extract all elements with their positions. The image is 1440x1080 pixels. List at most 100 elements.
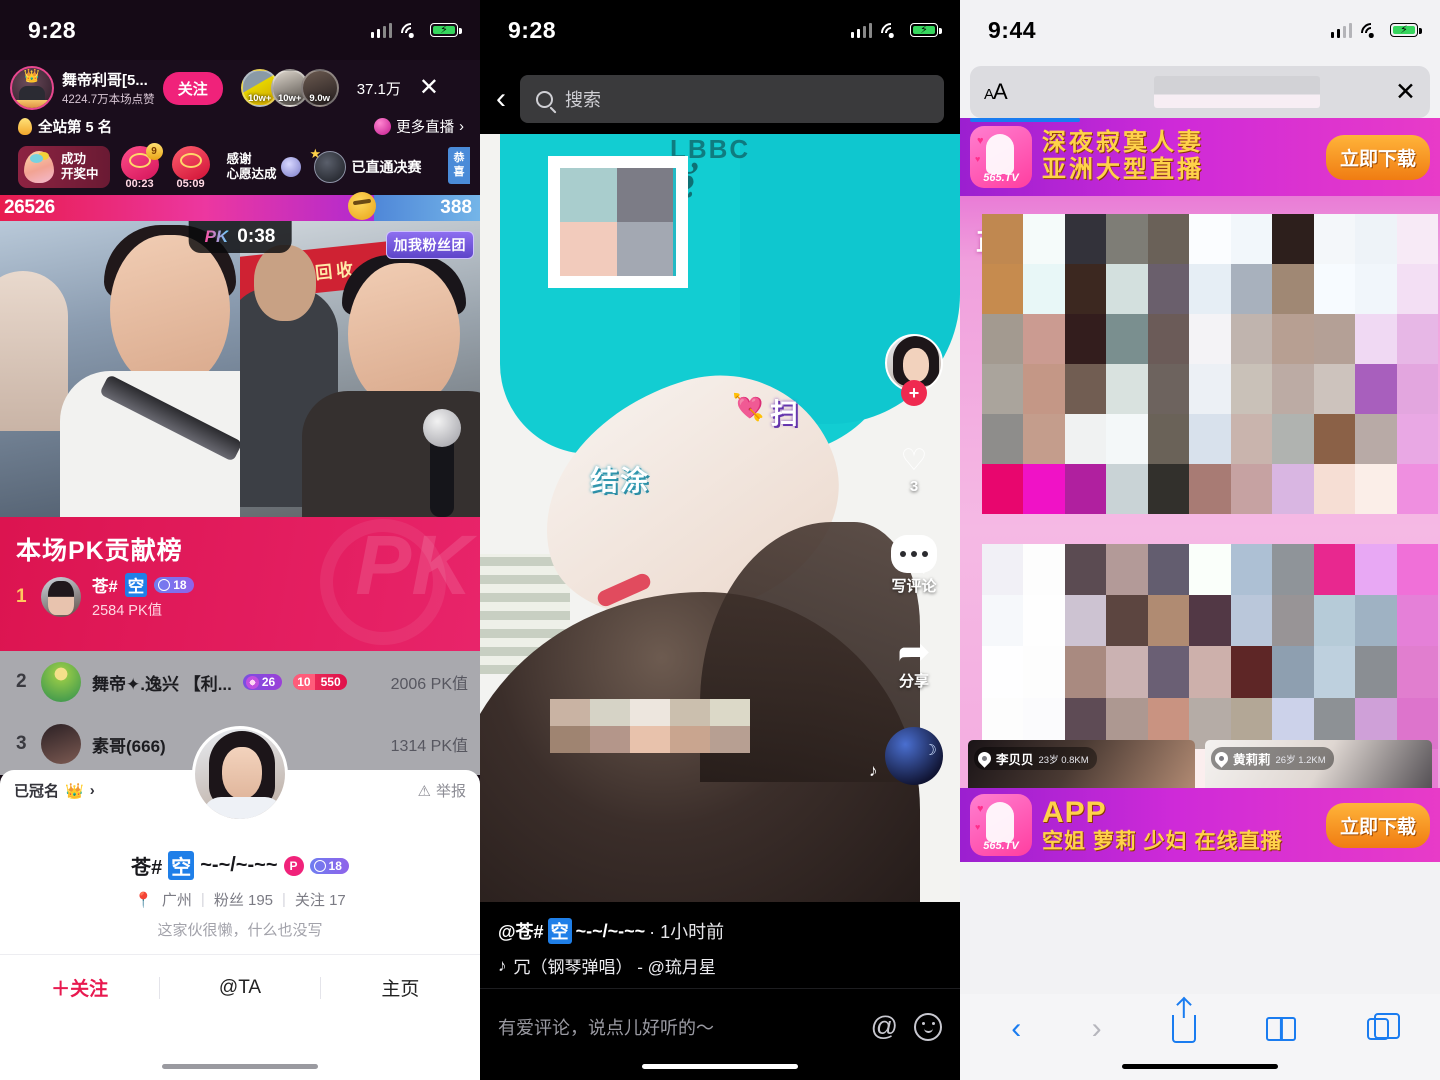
home-indicator [162,1064,318,1069]
gift-pack-2[interactable]: 05:09 [170,146,212,190]
mosaic-tile [1313,364,1356,414]
pk-stream-right[interactable]: 垃圾回收 加我粉丝团 [240,221,480,517]
mosaic-tile [1147,364,1190,414]
mosaic-tile [1023,314,1065,364]
share-arrow-icon: ➦ [897,630,931,674]
pk-board-top-avatar[interactable] [41,576,81,617]
address-bar[interactable]: AAAA ✕ [970,66,1430,122]
video-sticker-text-b: 扫 [770,398,799,429]
mosaic-tile [1147,314,1190,364]
rank-row: 全站第 5 名 更多直播 › [10,112,470,141]
gift-pack-1[interactable]: 9 00:23 [119,143,163,190]
comment-icon [891,535,937,574]
ad-logo-label: 565.TV [983,840,1019,852]
wifi-icon [876,18,906,47]
mosaic-tile [1272,364,1314,414]
video-music-row[interactable]: ♪ 冗（钢琴弹唱） - @琉月星 [498,953,942,978]
top-fans-list[interactable]: 10w+ 10w+ 9.0w [240,69,339,107]
pk-left-score: 26526 [4,197,55,218]
report-button[interactable]: ⚠ 举报 [418,780,466,801]
mosaic-tile [1355,264,1397,314]
chevron-right-icon[interactable]: › [1092,1014,1102,1044]
congrats-tab[interactable]: 恭喜 [448,147,470,184]
mosaic-tile [1147,264,1190,314]
mosaic-tile [1272,414,1314,464]
comment-button[interactable]: 写评论 [891,535,937,596]
comment-input[interactable]: 有爱评论，说点儿好听的～ [498,1014,855,1040]
row-avatar[interactable] [41,662,81,702]
join-fans-club-tag[interactable]: 加我粉丝团 [385,231,474,259]
gift-pack-1-timer: 00:23 [125,178,154,190]
pk-board-title: 本场PK贡献榜 [16,537,183,565]
profile-avatar[interactable] [192,726,288,822]
row-value: 1314 PK值 [390,738,468,755]
video-player[interactable]: ❦ LBBC 结涂 💘 扫 + ♡ 3 写评论 [480,134,960,902]
pk-video-stage[interactable]: 垃圾回收 加我粉丝团 PK 0:38 [0,221,480,517]
back-chevron-icon[interactable]: ‹ [496,84,506,114]
pk-board-top-name: 苍# [92,578,118,596]
mosaic-tile [1106,414,1148,464]
text-size-button[interactable]: AAAA [984,79,1008,105]
ad-bottom-download-button[interactable]: 立即下载 [1325,802,1430,848]
pk-board-top-row[interactable]: 1 苍# 空 18 2584 PK值 [0,573,480,620]
like-button[interactable]: ♡ 3 [901,446,928,496]
row-avatar[interactable] [41,724,81,764]
mosaic-tile [1313,314,1356,364]
search-input[interactable]: 搜索 [520,75,944,123]
music-disc-icon[interactable]: ♪ ☽ [869,727,943,785]
profile-home-button[interactable]: 主页 [321,974,480,1001]
wish-line2: 心愿达成 [226,167,277,181]
finals-badge[interactable]: ★ 已直通决赛 [310,147,422,183]
ad-banner-top[interactable]: ♥ ♥ 565.TV 深夜寂寞人妻 亚洲大型直播 立即下载 [960,118,1440,196]
anchor-avatar[interactable]: 👑 [10,66,54,110]
follow-button[interactable]: 关注 [162,71,223,105]
profile-at-button[interactable]: @TA [160,977,319,999]
lottery-badge[interactable]: 成功 开奖中 [18,146,110,188]
row-name: 素哥(666) [92,736,166,756]
mosaic-tile [1023,595,1065,647]
anchor-text[interactable]: 舞帝利哥[5... 4224.7万本场点赞 [62,69,155,107]
mosaic-tile [1396,414,1438,464]
censor-mosaic-bottom [550,699,750,753]
profile-fans[interactable]: 粉丝 195 [214,889,273,910]
follow-plus-button[interactable]: + [901,380,927,406]
mosaic-tile [1147,544,1190,596]
pk-stream-left[interactable] [0,221,240,517]
close-icon[interactable]: ✕ [419,76,439,100]
badge-strip: 成功 开奖中 9 00:23 05:09 感谢 心愿达成 ★ 已直通决赛 恭喜 [10,141,470,195]
share-button[interactable]: ➦ 分享 [897,630,931,691]
close-icon[interactable]: ✕ [1395,79,1416,105]
tabs-icon[interactable] [1366,1013,1400,1040]
cellular-signal-icon [1330,22,1352,38]
mosaic-tile [1355,414,1397,464]
battery-charging-icon: ⚡ [910,23,942,37]
chevron-left-icon[interactable]: ‹ [1011,1014,1021,1044]
site-rank[interactable]: 全站第 5 名 [18,116,112,137]
top-fan-3[interactable]: 9.0w [300,69,339,107]
video-author-row[interactable]: @苍# 空 ~-~/~-~~ · 1小时前 [498,918,942,944]
mosaic-tile [1106,364,1148,414]
wish-badge[interactable]: 感谢 心愿达成 [227,152,301,183]
wifi-icon [396,18,426,47]
more-live-button[interactable]: 更多直播 › [374,116,464,137]
share-label: 分享 [898,673,929,690]
more-live-label: 更多直播 [396,120,455,136]
mosaic-tile [1064,646,1107,698]
book-icon[interactable] [1266,1017,1297,1041]
smiley-icon[interactable] [914,1012,942,1041]
profile-follow-button[interactable]: ＋关注 [0,974,159,1001]
url-text-redacted[interactable] [1154,76,1320,108]
ad-top-download-button[interactable]: 立即下载 [1325,134,1430,180]
table-row[interactable]: 2 舞帝✦.逸兴 【利... 26 10 550 2006 PK值 [0,651,480,713]
share-icon[interactable] [1171,1015,1196,1043]
row-rank: 3 [16,733,27,754]
mention-icon[interactable]: @ [871,1011,898,1042]
mosaic-tile [1355,314,1397,364]
status-time: 9:28 [28,16,77,43]
crowned-link[interactable]: 已冠名 👑 › [14,780,95,801]
location-pin-icon [975,749,994,768]
pk-logo: PK [204,227,229,246]
mosaic-tile [1189,264,1231,314]
profile-following[interactable]: 关注 17 [295,889,346,910]
ad-banner-bottom[interactable]: ♥ ♥ 565.TV APP 空姐 萝莉 少妇 在线直播 立即下载 [960,788,1440,862]
